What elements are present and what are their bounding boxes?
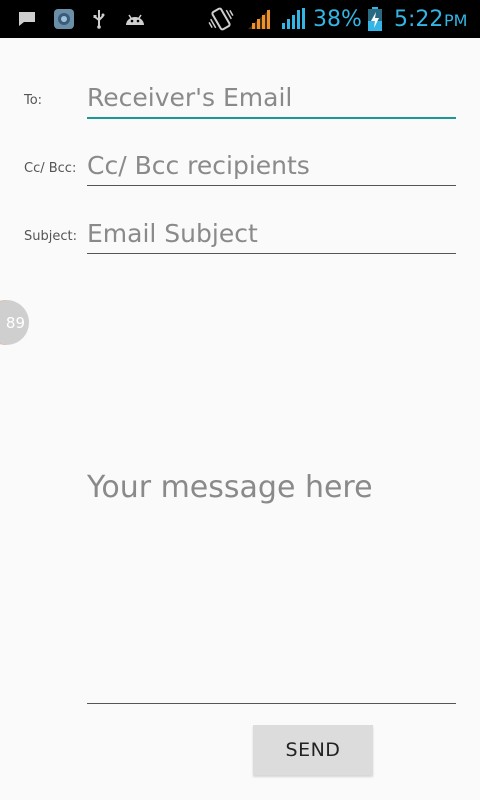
message-icon xyxy=(16,0,38,38)
ccbcc-input[interactable] xyxy=(87,148,456,182)
ccbcc-field[interactable] xyxy=(87,148,456,186)
clock-time: 5:22 xyxy=(394,6,444,32)
status-bar: 38% 5:22 PM xyxy=(0,0,480,38)
usb-icon xyxy=(89,0,109,38)
battery-percent: 38% xyxy=(313,6,362,32)
android-debug-icon xyxy=(122,0,148,38)
app-icon xyxy=(52,0,76,38)
floating-bubble[interactable]: 89 xyxy=(0,300,29,345)
signal-blue-icon xyxy=(279,0,307,38)
subject-field[interactable] xyxy=(87,216,456,254)
to-label: To: xyxy=(24,93,43,108)
to-field[interactable] xyxy=(87,80,456,119)
message-field[interactable] xyxy=(87,282,456,704)
floating-bubble-count: 89 xyxy=(5,313,25,332)
message-input[interactable] xyxy=(87,282,456,702)
battery-charging-icon xyxy=(366,0,384,38)
ccbcc-label: Cc/ Bcc: xyxy=(24,161,77,176)
vibrate-icon xyxy=(207,0,235,38)
signal-orange-icon xyxy=(245,0,273,38)
send-button[interactable]: SEND xyxy=(253,725,373,775)
clock-ampm: PM xyxy=(444,11,468,30)
subject-label: Subject: xyxy=(24,229,77,244)
subject-input[interactable] xyxy=(87,216,456,250)
to-input[interactable] xyxy=(87,80,456,114)
